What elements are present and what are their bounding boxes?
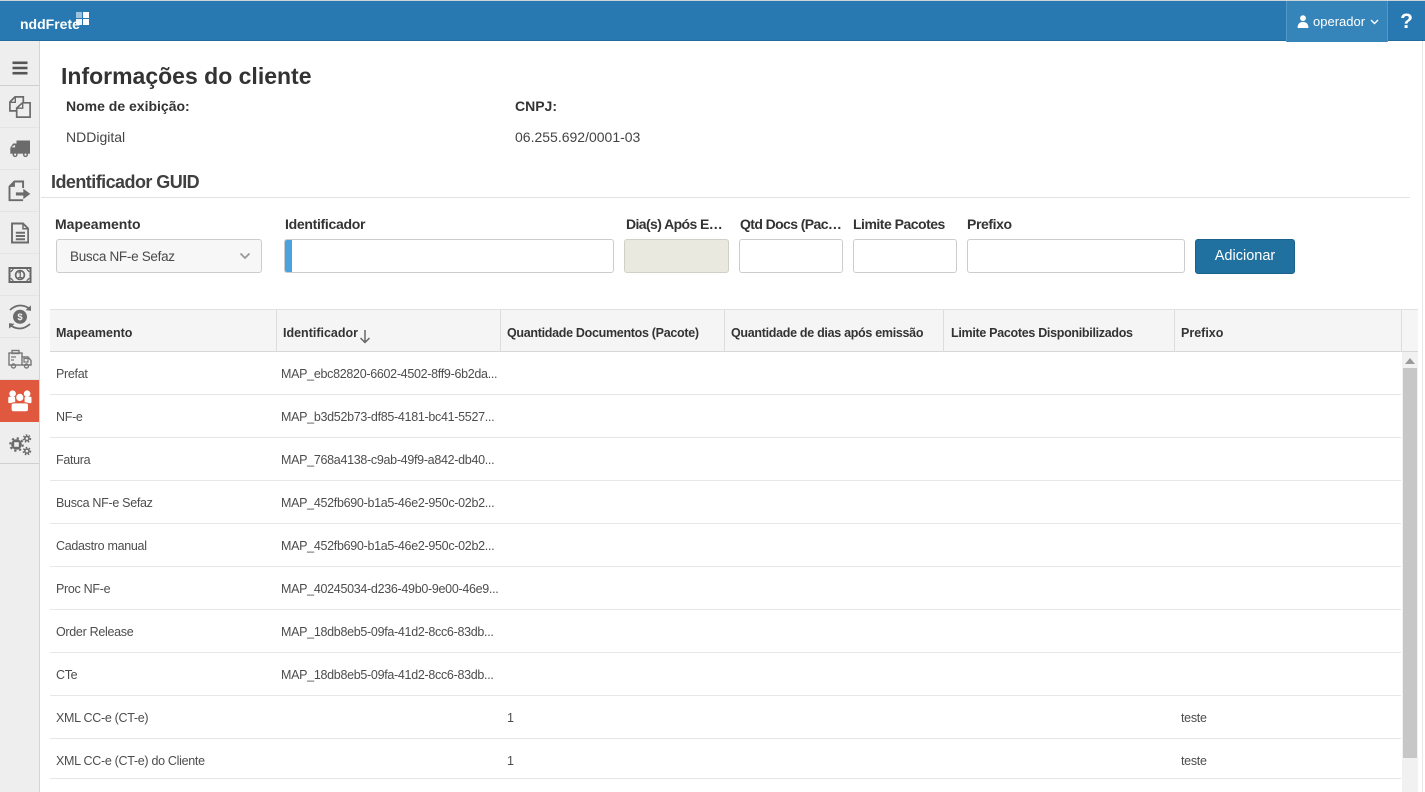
- svg-text:$: $: [17, 312, 23, 323]
- svg-text:1: 1: [17, 270, 22, 280]
